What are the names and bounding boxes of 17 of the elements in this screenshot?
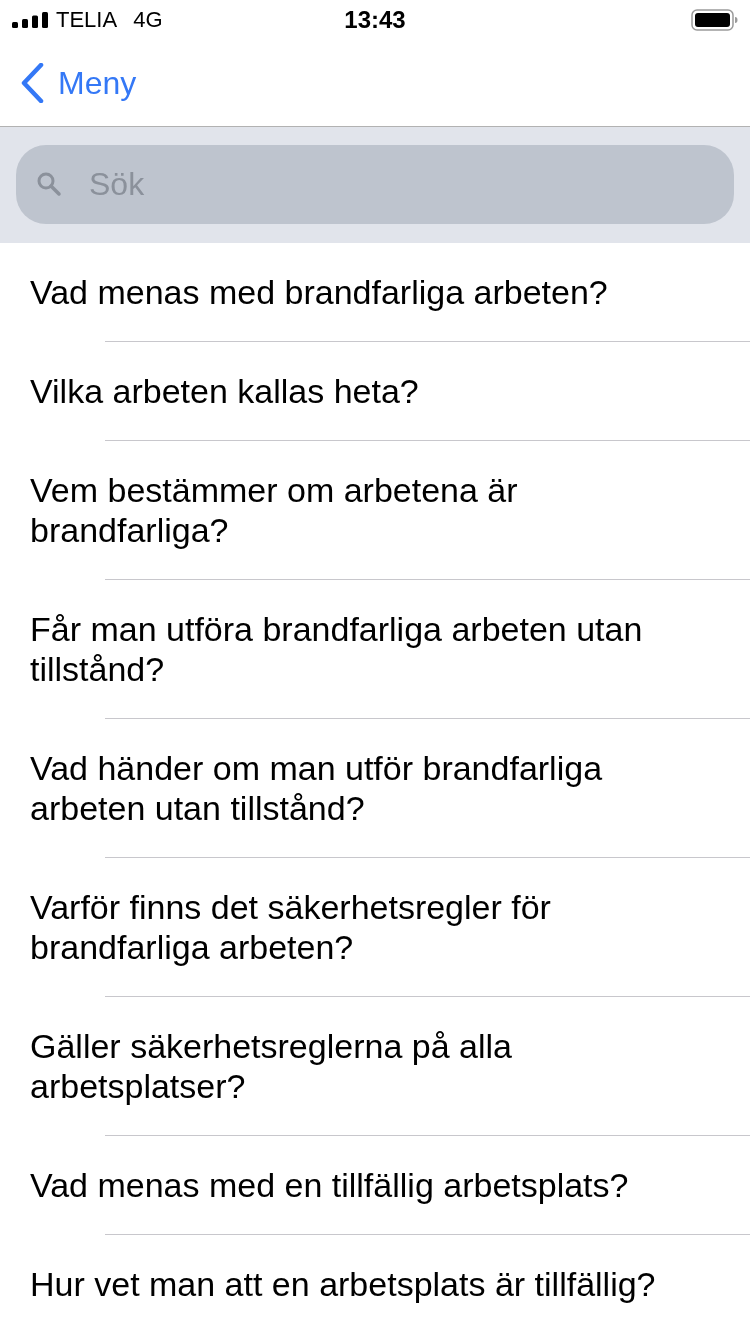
question-list-item[interactable]: Vem bestämmer om arbetena är brandfarliga? <box>0 441 750 579</box>
network-type: 4G <box>133 7 163 33</box>
question-list-item[interactable]: Gäller säkerhetsreglerna på alla arbetsplatser? <box>0 997 750 1135</box>
question-list-item[interactable]: Varför finns det säkerhetsregler för brandfarliga arbeten? <box>0 858 750 996</box>
chevron-left-icon <box>20 63 44 103</box>
question-list-item[interactable]: Vilka arbeten kallas heta? <box>0 342 750 440</box>
question-list-item[interactable]: Vad menas med brandfarliga arbeten? <box>0 243 750 341</box>
back-button[interactable]: Meny <box>20 63 137 103</box>
battery-icon <box>691 9 738 31</box>
signal-icon <box>12 12 48 28</box>
question-list-item[interactable]: Vad händer om man utför brandfarliga arbeten utan tillstånd? <box>0 719 750 857</box>
question-list-item[interactable]: Hur vet man att en arbetsplats är tillfällig? <box>0 1235 750 1333</box>
question-list-item[interactable]: Vad menas med en tillfällig arbetsplats? <box>0 1136 750 1234</box>
clock-time: 13:43 <box>344 7 406 33</box>
carrier-name: TELIA <box>56 7 118 33</box>
question-list-item[interactable]: Får man utföra brandfarliga arbeten utan tillstånd? <box>0 580 750 718</box>
search-icon <box>36 171 62 197</box>
